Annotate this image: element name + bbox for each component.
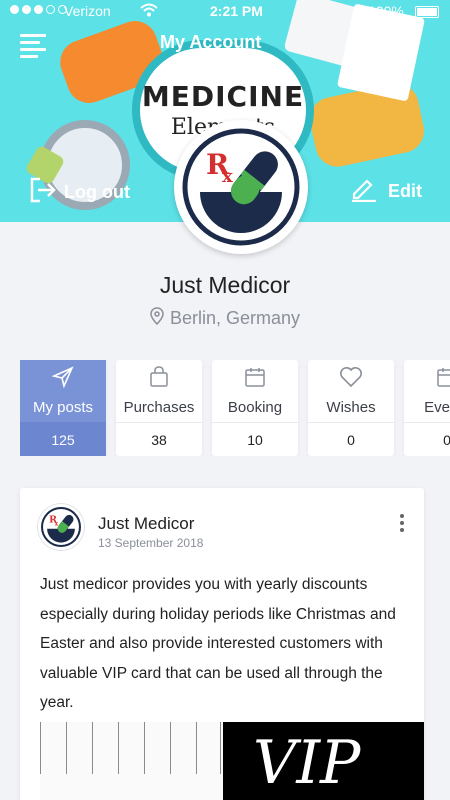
tile-label: My posts — [32, 399, 93, 416]
svg-text:x: x — [222, 166, 233, 187]
heart-icon — [339, 366, 363, 393]
tile-wishes[interactable]: Wishes 0 — [308, 360, 394, 456]
signal-strength-icon — [10, 5, 67, 14]
profile-name: Just Medicor — [159, 272, 291, 298]
wifi-icon — [140, 3, 158, 20]
post-date: 13 September 2018 — [98, 536, 204, 550]
tile-label: Events — [424, 399, 450, 416]
calendar-icon — [436, 366, 450, 393]
tile-booking[interactable]: Booking 10 — [212, 360, 298, 456]
tile-purchases[interactable]: Purchases 38 — [116, 360, 202, 456]
send-icon — [51, 366, 74, 393]
logout-icon — [28, 176, 58, 209]
pencil-icon — [350, 176, 378, 207]
post-author-name[interactable]: Just Medicor — [98, 514, 194, 534]
profile-stats-tiles: My posts 125 Purchases 38 Booking 10 Wis… — [20, 360, 450, 456]
tile-count: 38 — [116, 422, 202, 456]
status-time: 2:21 PM — [210, 3, 263, 19]
post-author-avatar[interactable]: R x — [38, 504, 84, 550]
profile-location: Berlin, Germany — [0, 307, 450, 330]
banner-text-medicine: MEDICINE — [141, 80, 305, 113]
svg-text:x: x — [55, 520, 59, 527]
tile-count: 0 — [404, 422, 450, 456]
edit-button[interactable]: Edit — [350, 176, 422, 207]
page-title: My Account — [160, 32, 262, 52]
rx-logo-icon: R x — [41, 507, 81, 547]
more-options-icon[interactable] — [400, 514, 406, 535]
tile-events[interactable]: Events 0 — [404, 360, 450, 456]
tile-count: 125 — [20, 422, 106, 456]
tile-count: 10 — [212, 422, 298, 456]
tile-count: 0 — [308, 422, 394, 456]
status-bar: Verizon 2:21 PM 100% — [0, 0, 450, 24]
tile-my-posts[interactable]: My posts 125 — [20, 360, 106, 456]
logout-label: Log out — [64, 182, 130, 202]
hamburger-menu-icon[interactable] — [20, 34, 46, 58]
tile-label: Wishes — [326, 399, 376, 416]
battery-percent: 100% — [368, 3, 404, 19]
bag-icon — [149, 366, 169, 393]
tile-label: Booking — [227, 399, 283, 416]
location-pin-icon — [150, 307, 164, 330]
image-right-panel: VIP — [223, 722, 424, 800]
logout-button[interactable]: Log out — [28, 176, 130, 209]
avatar[interactable]: R x — [174, 120, 308, 254]
post-text: Just medicor provides you with yearly di… — [40, 576, 396, 711]
rx-logo-icon: R x — [182, 128, 300, 246]
location-text: Berlin, Germany — [169, 308, 301, 328]
post-image[interactable]: VIP — [40, 722, 424, 800]
carrier-name: Verizon — [64, 3, 111, 19]
battery-icon — [415, 6, 439, 18]
post-card: R x Just Medicor 13 September 2018 Just … — [20, 488, 424, 800]
calendar-icon — [244, 366, 266, 393]
vip-image-text: VIP — [253, 728, 361, 798]
image-left-panel — [40, 722, 223, 800]
edit-label: Edit — [388, 181, 422, 201]
tile-label: Purchases — [123, 399, 195, 416]
